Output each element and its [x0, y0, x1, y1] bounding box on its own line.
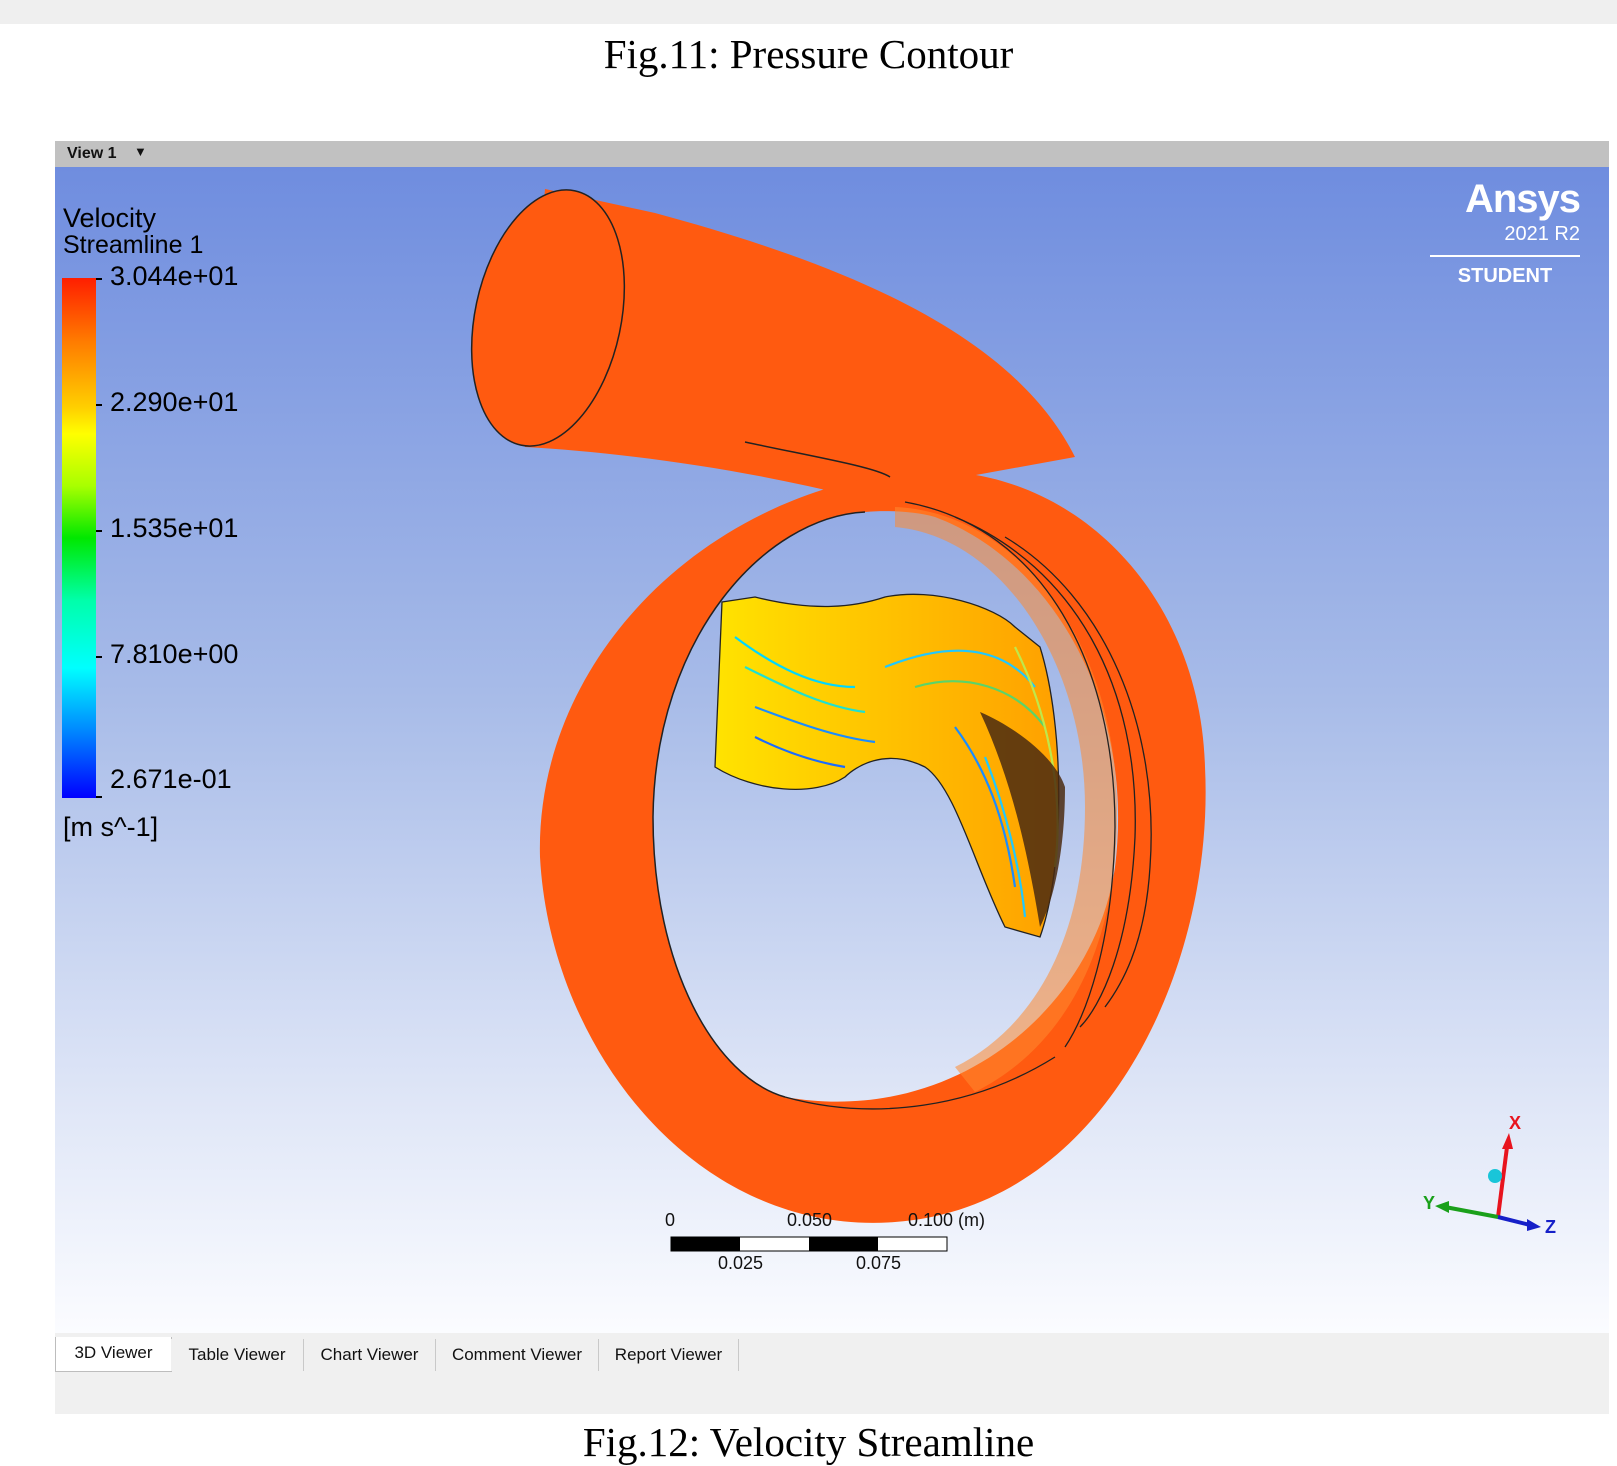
scale-label: 0.025: [718, 1253, 764, 1273]
legend-tick-label: 1.535e+01: [110, 513, 239, 543]
tab-3d-viewer[interactable]: 3D Viewer: [55, 1337, 172, 1372]
scale-bar: [670, 1236, 948, 1252]
brand-divider: [1430, 255, 1580, 257]
view-header: View 1 ▼: [55, 141, 1609, 167]
view-title: View 1: [67, 145, 117, 162]
ansys-logo: Ansys 2021 R2 STUDENT: [1420, 177, 1581, 289]
legend-unit: [m s^-1]: [63, 812, 159, 842]
tab-chart-viewer[interactable]: Chart Viewer: [304, 1339, 436, 1371]
legend-tick: [96, 530, 102, 532]
tab-table-viewer[interactable]: Table Viewer: [171, 1339, 304, 1371]
legend-tick: [96, 404, 102, 406]
legend-subtitle: Streamline 1: [63, 231, 204, 259]
axis-label-x: X: [1509, 1113, 1521, 1133]
axis-label-z: Z: [1545, 1217, 1556, 1237]
legend-tick-label: 7.810e+00: [110, 639, 239, 669]
figure-caption-bottom: Fig.12: Velocity Streamline: [582, 1419, 1035, 1465]
tab-comment-viewer[interactable]: Comment Viewer: [436, 1339, 599, 1371]
brand-edition: STUDENT: [1457, 265, 1553, 287]
volute-render[interactable]: [55, 167, 1609, 1333]
legend-tick-label: 2.671e-01: [110, 764, 232, 794]
scale-label: 0.050: [787, 1210, 833, 1230]
brand-version: 2021 R2: [1504, 223, 1580, 245]
scale-unit: (m): [958, 1210, 985, 1230]
triangle-down-icon[interactable]: ▼: [134, 144, 147, 159]
scale-label: 0.075: [856, 1253, 902, 1273]
3d-viewport[interactable]: Velocity Streamline 1 3.044e+01 2.290e+0…: [55, 167, 1609, 1333]
top-strip: [0, 0, 1617, 24]
legend-tick: [96, 656, 102, 658]
viewer-tab-bar: 3D Viewer Table Viewer Chart Viewer Comm…: [55, 1333, 1609, 1414]
legend-colorbar: [62, 278, 96, 798]
viewer-panel: View 1 ▼ Velocity Streamline 1 3.044e+01…: [55, 141, 1609, 1414]
legend-tick: [96, 796, 102, 798]
figure-caption-top: Fig.11: Pressure Contour: [603, 31, 1014, 77]
legend-title: Velocity: [63, 203, 157, 233]
scale-label: 0: [665, 1210, 676, 1230]
axis-triad: X Y Z: [1423, 1113, 1556, 1237]
brand-name: Ansys: [1464, 177, 1581, 221]
axis-label-y: Y: [1423, 1193, 1435, 1213]
legend-tick-label: 2.290e+01: [110, 387, 239, 417]
legend-tick: [96, 278, 102, 280]
legend-tick-label: 3.044e+01: [110, 261, 239, 291]
tab-report-viewer[interactable]: Report Viewer: [599, 1339, 739, 1371]
scale-label: 0.100: [908, 1210, 954, 1230]
